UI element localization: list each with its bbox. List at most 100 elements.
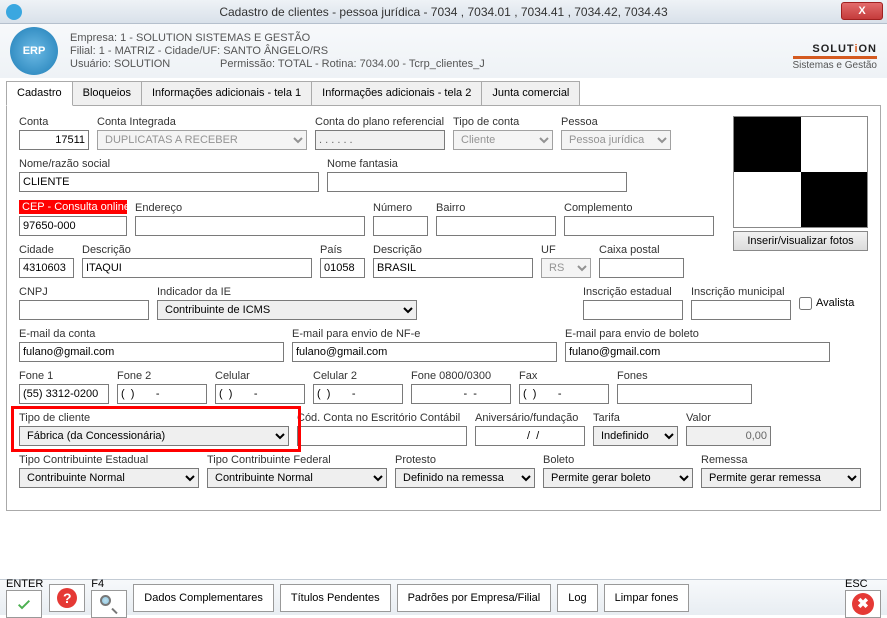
conta-plano-input	[315, 130, 445, 150]
pessoa-select: Pessoa jurídica	[561, 130, 671, 150]
tab-bloqueios[interactable]: Bloqueios	[72, 81, 142, 106]
email-conta-input[interactable]	[19, 342, 284, 362]
fones-label: Fones	[617, 370, 752, 382]
bairro-input[interactable]	[436, 216, 556, 236]
valor-label: Valor	[686, 412, 771, 424]
inscr-mun-input[interactable]	[691, 300, 791, 320]
endereco-label: Endereço	[135, 202, 365, 214]
erp-logo: ERP	[10, 27, 58, 75]
email-boleto-label: E-mail para envio de boleto	[565, 328, 830, 340]
celular-input[interactable]	[215, 384, 305, 404]
fax-input[interactable]	[519, 384, 609, 404]
tipo-cliente-select[interactable]: Fábrica (da Concessionária)	[19, 426, 289, 446]
search-button[interactable]	[91, 590, 127, 618]
email-boleto-input[interactable]	[565, 342, 830, 362]
app-icon	[6, 4, 22, 20]
help-button[interactable]: ?	[49, 584, 85, 612]
celular2-label: Celular 2	[313, 370, 403, 382]
cidade-input[interactable]	[19, 258, 74, 278]
padroes-button[interactable]: Padrões por Empresa/Filial	[397, 584, 552, 612]
f4-badge: F4	[91, 578, 104, 590]
contrib-est-label: Tipo Contribuinte Estadual	[19, 454, 199, 466]
tarifa-label: Tarifa	[593, 412, 678, 424]
stop-icon: ✖	[852, 593, 874, 615]
celular2-input[interactable]	[313, 384, 403, 404]
fax-label: Fax	[519, 370, 609, 382]
inscr-est-input[interactable]	[583, 300, 683, 320]
close-button[interactable]: X	[841, 2, 883, 20]
boleto-select[interactable]: Permite gerar boleto	[543, 468, 693, 488]
conta-label: Conta	[19, 116, 89, 128]
remessa-select[interactable]: Permite gerar remessa	[701, 468, 861, 488]
pais-input[interactable]	[320, 258, 365, 278]
nome-input[interactable]	[19, 172, 319, 192]
numero-label: Número	[373, 202, 428, 214]
tarifa-select[interactable]: Indefinido	[593, 426, 678, 446]
titulos-pendentes-button[interactable]: Títulos Pendentes	[280, 584, 391, 612]
photo-button[interactable]: Inserir/visualizar fotos	[733, 231, 868, 251]
cep-label[interactable]: CEP - Consulta online	[19, 200, 127, 214]
email-nfe-label: E-mail para envio de NF-e	[292, 328, 557, 340]
tipo-cliente-label: Tipo de cliente	[19, 412, 289, 424]
pais-label: País	[320, 244, 365, 256]
fantasia-label: Nome fantasia	[327, 158, 627, 170]
indicador-ie-select[interactable]: Contribuinte de ICMS	[157, 300, 417, 320]
fone0800-label: Fone 0800/0300	[411, 370, 511, 382]
pais-descricao-input[interactable]	[373, 258, 533, 278]
conta-plano-label: Conta do plano referencial	[315, 116, 445, 128]
celular-label: Celular	[215, 370, 305, 382]
photo-box: Inserir/visualizar fotos	[733, 116, 868, 251]
fone0800-input[interactable]	[411, 384, 511, 404]
contrib-fed-label: Tipo Contribuinte Federal	[207, 454, 387, 466]
dados-complementares-button[interactable]: Dados Complementares	[133, 584, 274, 612]
tab-info1[interactable]: Informações adicionais - tela 1	[141, 81, 312, 106]
fone2-input[interactable]	[117, 384, 207, 404]
uf-label: UF	[541, 244, 591, 256]
log-button[interactable]: Log	[557, 584, 597, 612]
esc-button[interactable]: ✖	[845, 590, 881, 618]
fantasia-input[interactable]	[327, 172, 627, 192]
contrib-est-select[interactable]: Contribuinte Normal	[19, 468, 199, 488]
fones-input[interactable]	[617, 384, 752, 404]
search-icon	[100, 595, 118, 613]
aniversario-input[interactable]	[475, 426, 585, 446]
pais-descricao-label: Descrição	[373, 244, 533, 256]
conta-integrada-label: Conta Integrada	[97, 116, 307, 128]
tipo-conta-select: Cliente	[453, 130, 553, 150]
titlebar: Cadastro de clientes - pessoa jurídica -…	[0, 0, 887, 24]
tab-info2[interactable]: Informações adicionais - tela 2	[311, 81, 482, 106]
protesto-select[interactable]: Definido na remessa	[395, 468, 535, 488]
bairro-label: Bairro	[436, 202, 556, 214]
fone1-label: Fone 1	[19, 370, 109, 382]
window-title: Cadastro de clientes - pessoa jurídica -…	[219, 5, 667, 19]
complemento-input[interactable]	[564, 216, 714, 236]
cod-conta-input[interactable]	[297, 426, 467, 446]
email-nfe-input[interactable]	[292, 342, 557, 362]
endereco-input[interactable]	[135, 216, 365, 236]
conta-integrada-select: DUPLICATAS A RECEBER	[97, 130, 307, 150]
descricao-input[interactable]	[82, 258, 312, 278]
conta-input[interactable]	[19, 130, 89, 150]
tipo-conta-label: Tipo de conta	[453, 116, 553, 128]
pessoa-label: Pessoa	[561, 116, 671, 128]
tabs: Cadastro Bloqueios Informações adicionai…	[6, 80, 881, 105]
enter-button[interactable]	[6, 590, 42, 618]
avalista-checkbox[interactable]	[799, 297, 812, 310]
fone2-label: Fone 2	[117, 370, 207, 382]
tab-junta[interactable]: Junta comercial	[481, 81, 580, 106]
header-info: Empresa: 1 - SOLUTION SISTEMAS E GESTÃO …	[70, 32, 485, 71]
cidade-label: Cidade	[19, 244, 74, 256]
fone1-input[interactable]	[19, 384, 109, 404]
tab-cadastro[interactable]: Cadastro	[6, 81, 73, 106]
numero-input[interactable]	[373, 216, 428, 236]
contrib-fed-select[interactable]: Contribuinte Normal	[207, 468, 387, 488]
limpar-fones-button[interactable]: Limpar fones	[604, 584, 690, 612]
caixa-postal-input[interactable]	[599, 258, 684, 278]
cnpj-input[interactable]	[19, 300, 149, 320]
help-icon: ?	[57, 588, 77, 608]
esc-badge: ESC	[845, 578, 868, 590]
remessa-label: Remessa	[701, 454, 861, 466]
cep-input[interactable]	[19, 216, 127, 236]
avalista-label: Avalista	[816, 297, 854, 309]
bottom-bar: ENTER ? F4 Dados Complementares Títulos …	[0, 579, 887, 615]
